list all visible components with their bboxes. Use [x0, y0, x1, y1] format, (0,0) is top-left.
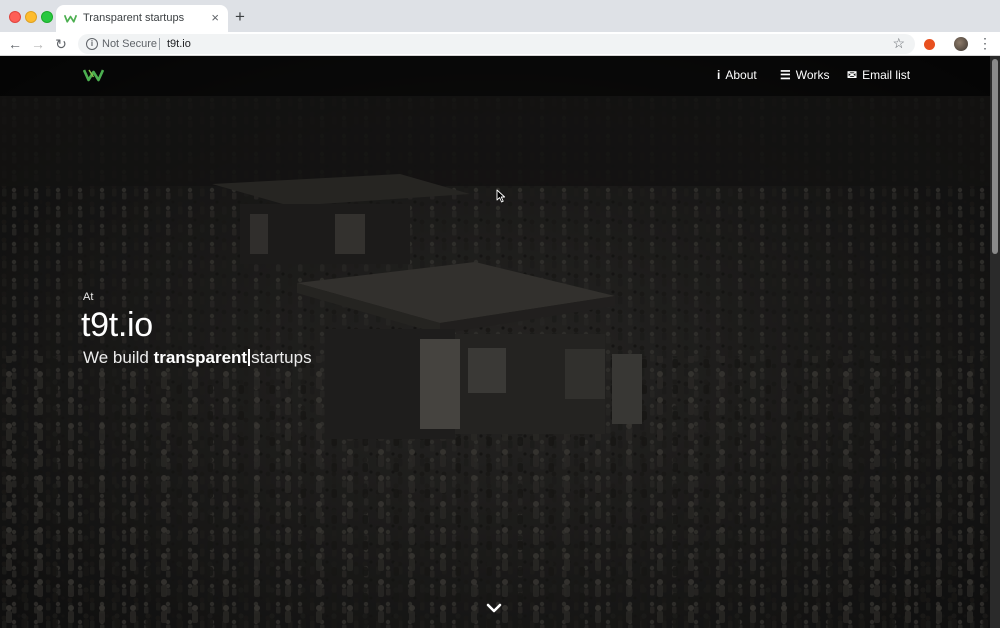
scrollbar-thumb[interactable]	[992, 59, 998, 254]
typing-cursor	[248, 349, 251, 366]
hero-subtitle: We build transparent startups	[83, 348, 312, 368]
w-logo-favicon-icon	[64, 14, 77, 23]
reload-icon[interactable]: ↻	[52, 35, 70, 53]
security-label: Not Secure	[102, 38, 158, 50]
new-tab-button[interactable]: +	[235, 7, 245, 27]
page-viewport: i About ☰ Works ✉ Email list At t9t.io We b…	[0, 56, 1000, 628]
window-close-button[interactable]	[9, 11, 21, 23]
url-text[interactable]: t9t.io	[167, 38, 191, 50]
back-arrow-icon[interactable]: ←	[6, 35, 24, 53]
hero-subtitle-bold: transparent	[153, 348, 248, 367]
site-info-icon[interactable]: i	[86, 38, 98, 50]
address-bar[interactable]: i Not Secure t9t.io ☆	[78, 34, 915, 54]
hero-subtitle-prefix: We build	[83, 348, 154, 367]
nav-link-about[interactable]: i About	[717, 68, 757, 82]
extension-icon[interactable]	[924, 39, 935, 50]
grid-list-icon: ☰	[780, 68, 791, 82]
bookmark-star-icon[interactable]: ☆	[892, 35, 905, 52]
forward-arrow-icon[interactable]: →	[29, 35, 47, 53]
tab-strip: Transparent startups × +	[0, 0, 1000, 32]
chevron-down-icon[interactable]	[486, 602, 502, 614]
hero-eyebrow: At	[83, 291, 94, 303]
browser-menu-icon[interactable]: ⋮	[978, 36, 992, 50]
site-navbar: i About ☰ Works ✉ Email list	[0, 56, 990, 96]
browser-tab[interactable]: Transparent startups ×	[56, 5, 228, 32]
nav-link-label: Works	[795, 68, 830, 82]
profile-avatar[interactable]	[954, 37, 968, 51]
nav-link-label: Email list	[862, 68, 911, 82]
tab-close-icon[interactable]: ×	[211, 10, 219, 26]
mouse-pointer-icon	[496, 189, 506, 203]
w-logo-icon[interactable]	[83, 68, 104, 82]
envelope-icon: ✉	[847, 68, 858, 82]
window-maximize-button[interactable]	[41, 11, 53, 23]
page-scrollbar[interactable]	[990, 56, 1000, 628]
hero-subtitle-suffix: startups	[251, 348, 312, 367]
nav-link-label: About	[725, 68, 757, 82]
window-minimize-button[interactable]	[25, 11, 37, 23]
browser-toolbar: ← → ↻ i Not Secure t9t.io ☆ ⋮	[0, 32, 1000, 56]
nav-link-works[interactable]: ☰ Works	[780, 68, 830, 82]
tab-title: Transparent startups	[83, 12, 185, 24]
info-icon: i	[717, 68, 721, 82]
nav-link-email-list[interactable]: ✉ Email list	[847, 68, 910, 82]
url-divider	[159, 38, 160, 50]
hero-title: t9t.io	[81, 306, 153, 344]
